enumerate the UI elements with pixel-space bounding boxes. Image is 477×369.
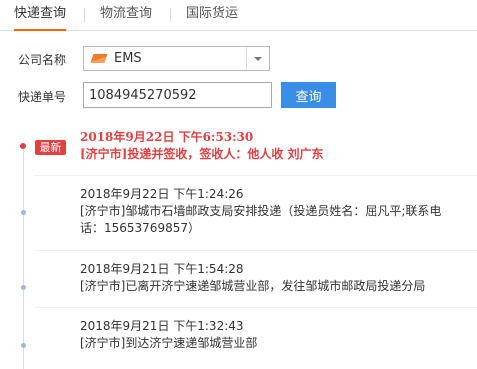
tab-international-freight[interactable]: 国际货运 [186, 0, 238, 30]
timeline-entry: 2018年9月22日 下午6:53:30 [济宁市]投递并签收，签收人：他人收 … [80, 129, 465, 163]
divider [35, 307, 477, 308]
timeline-entry: 2018年9月22日 下午1:24:26 [济宁市]邹城市石墙邮政支局安排投递（… [80, 186, 465, 237]
entry-context: [济宁市]到达济宁速递邹城营业部 [80, 336, 258, 350]
dropdown-toggle[interactable] [246, 47, 269, 70]
chevron-down-icon [254, 57, 262, 61]
timeline-entry: 2018年9月21日 下午1:32:43 [济宁市]到达济宁速递邹城营业部 [80, 318, 465, 352]
timeline-dot-latest [20, 143, 26, 149]
company-label: 公司名称 [18, 53, 67, 67]
tracking-number-input[interactable] [83, 82, 272, 108]
tab-bar: 快递查询 物流查询 国际货运 [0, 0, 477, 31]
timeline-dot [21, 343, 26, 348]
ems-logo-icon [90, 54, 108, 63]
divider [35, 175, 477, 176]
timeline-dot [21, 210, 26, 215]
tab-logistics-query[interactable]: 物流查询 [100, 0, 152, 30]
entry-time: 2018年9月22日 下午1:24:26 [80, 187, 244, 201]
entry-time: 2018年9月21日 下午1:54:28 [80, 262, 244, 276]
timeline-line [23, 147, 24, 369]
divider [35, 250, 477, 251]
tab-divider [170, 8, 171, 22]
entry-context: [济宁市]已离开济宁速递邹城营业部，发往邹城市邮政局投递分局 [80, 279, 426, 293]
tab-express-query[interactable]: 快递查询 [14, 0, 67, 31]
company-select[interactable]: EMS [83, 46, 270, 71]
entry-time: 2018年9月21日 下午1:32:43 [80, 319, 244, 333]
query-button[interactable]: 查询 [281, 82, 336, 108]
timeline-dot [21, 285, 26, 290]
tracking-number-label: 快递单号 [18, 90, 67, 104]
tab-divider [84, 8, 85, 22]
entry-context: [济宁市]邹城市石墙邮政支局安排投递（投递员姓名：屈凡平;联系电话：156537… [80, 204, 442, 235]
company-select-value: EMS [114, 51, 142, 66]
timeline-entry: 2018年9月21日 下午1:54:28 [济宁市]已离开济宁速递邹城营业部，发… [80, 261, 465, 295]
latest-badge: 最新 [35, 140, 66, 155]
entry-context: [济宁市]投递并签收，签收人：他人收 刘广东 [80, 147, 324, 161]
entry-time: 2018年9月22日 下午6:53:30 [80, 130, 254, 144]
